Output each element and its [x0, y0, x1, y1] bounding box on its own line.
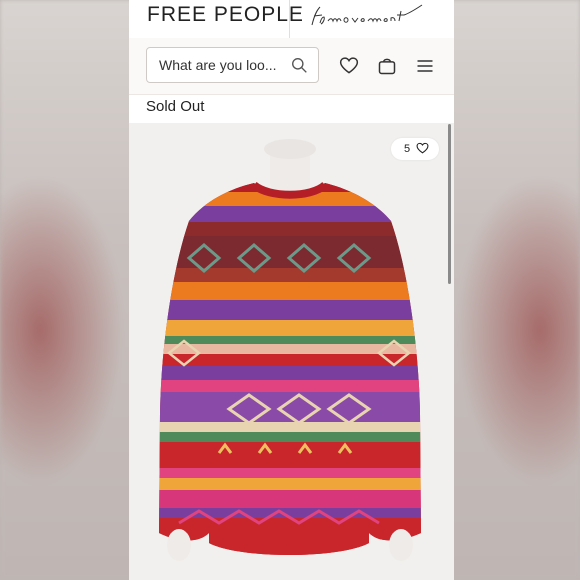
- brand-divider: [289, 0, 290, 38]
- top-brand-bar: FREE PEOPLE: [129, 0, 454, 39]
- heart-icon[interactable]: [339, 56, 359, 76]
- search-box[interactable]: [146, 47, 319, 83]
- sweater-illustration: [159, 139, 421, 561]
- search-header: [129, 38, 454, 95]
- search-input[interactable]: [159, 48, 289, 82]
- like-count-badge[interactable]: 5: [391, 138, 439, 160]
- like-count: 5: [404, 143, 411, 155]
- status-bar: Sold Out: [129, 95, 454, 123]
- mannequin-hand-left: [167, 529, 191, 561]
- menu-icon[interactable]: [415, 56, 435, 76]
- sold-out-label: Sold Out: [146, 98, 205, 115]
- mannequin-hand-right: [389, 529, 413, 561]
- like-heart-icon[interactable]: [416, 142, 429, 155]
- search-icon[interactable]: [291, 57, 308, 74]
- scrollbar[interactable]: [448, 124, 451, 284]
- product-image[interactable]: [129, 123, 454, 580]
- bag-icon[interactable]: [377, 56, 397, 76]
- brand-logo-free-people[interactable]: FREE PEOPLE: [147, 3, 304, 27]
- phone-screen: FREE PEOPLE Sold Out: [129, 0, 454, 580]
- fp-movement-logo[interactable]: [304, 3, 444, 33]
